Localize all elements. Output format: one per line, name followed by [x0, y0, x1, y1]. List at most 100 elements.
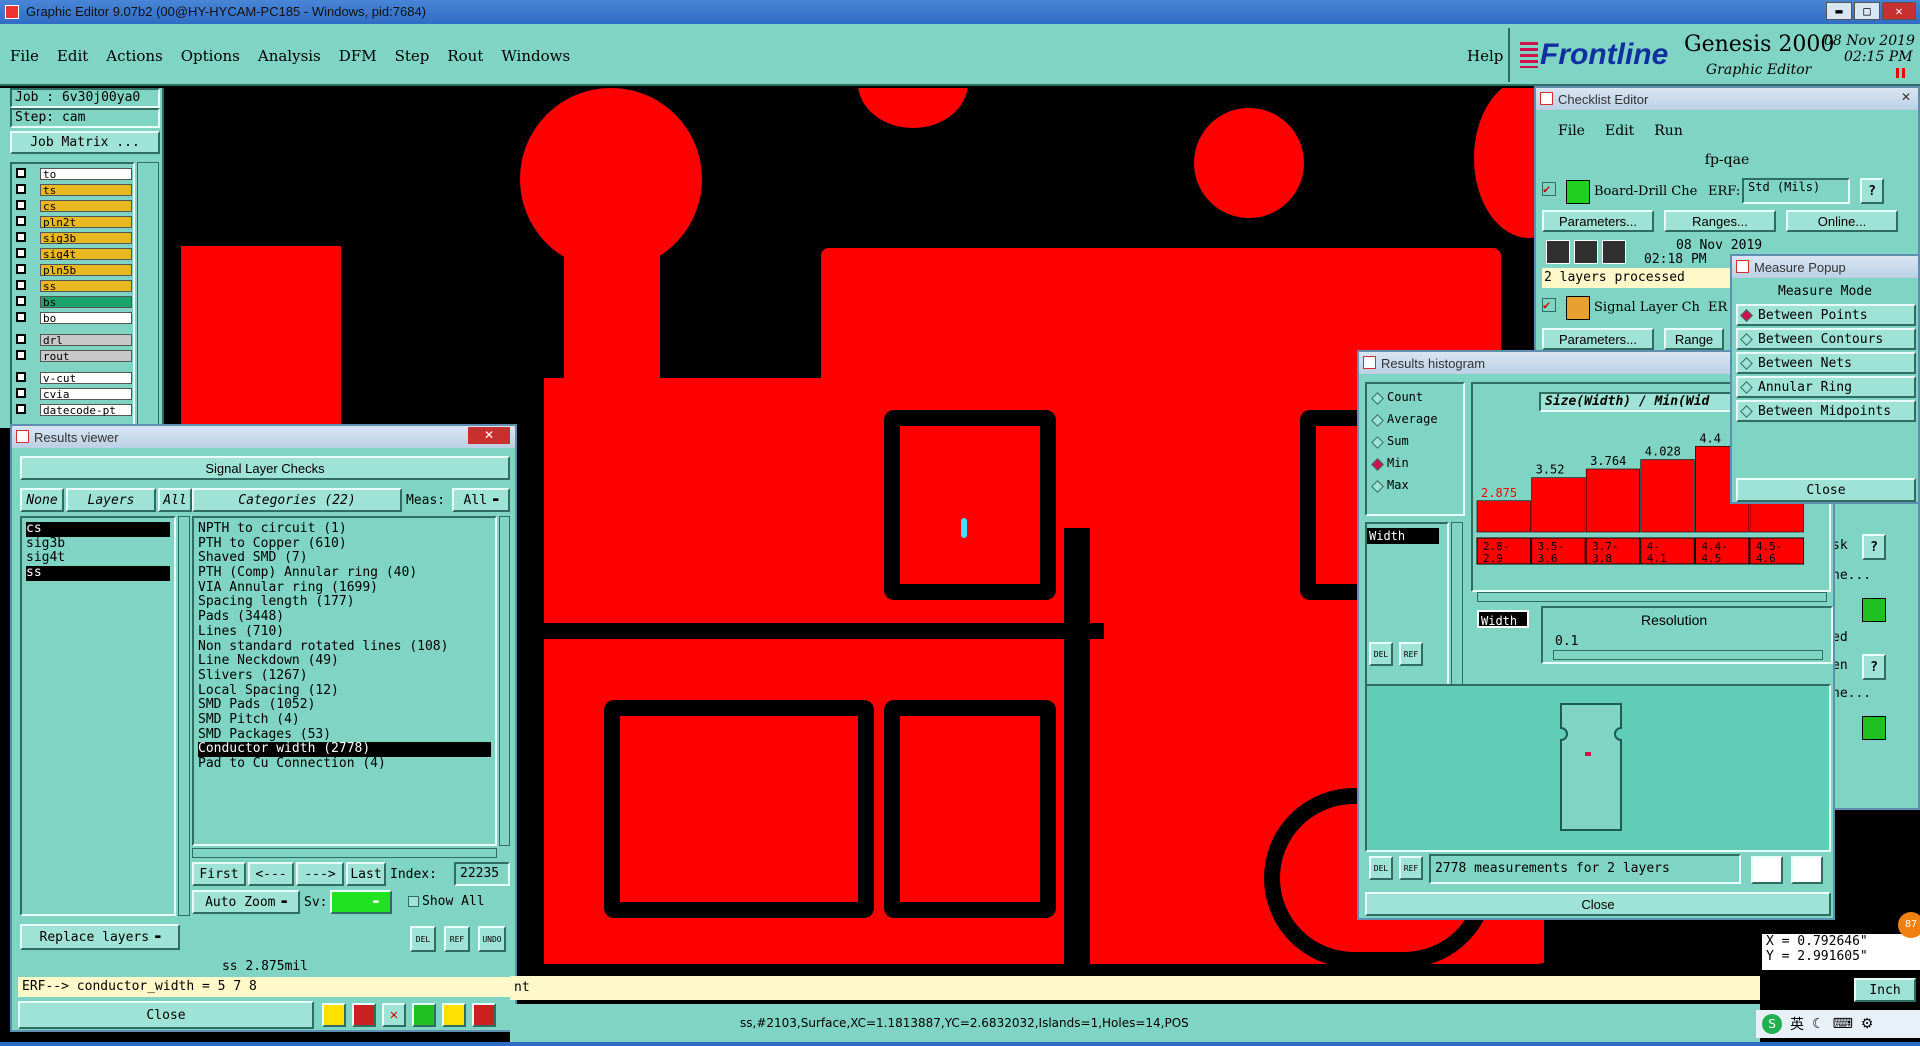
zoom-icon[interactable]	[1862, 598, 1886, 622]
measure-close-button[interactable]: Close	[1736, 478, 1916, 502]
layer-rout[interactable]: rout	[40, 350, 132, 363]
layer-sig4t[interactable]: sig4t	[40, 248, 132, 261]
layer-cvia[interactable]: cvia	[40, 388, 132, 401]
histogram-bar[interactable]	[1531, 477, 1586, 533]
help-button[interactable]: ?	[1862, 534, 1886, 560]
category-item[interactable]: PTH (Comp) Annular ring (40)	[198, 565, 491, 581]
measure-option[interactable]: Between Nets	[1736, 352, 1916, 374]
category-item[interactable]: SMD Pitch (4)	[198, 712, 491, 728]
layer-checkbox[interactable]	[16, 388, 26, 398]
maximize-button[interactable]: □	[1854, 2, 1880, 20]
menu-windows[interactable]: Windows	[501, 47, 570, 65]
ref-button[interactable]: REF	[444, 926, 470, 952]
category-item[interactable]: Non standard rotated lines (108)	[198, 639, 491, 655]
radio-max[interactable]	[1371, 480, 1384, 493]
run-icon[interactable]	[1574, 240, 1598, 264]
none-button[interactable]: None	[20, 488, 64, 512]
layer-v-cut[interactable]: v-cut	[40, 372, 132, 385]
ime-label[interactable]: 英	[1790, 1014, 1804, 1034]
result-layer-item[interactable]: cs	[26, 521, 170, 537]
hist-del-button[interactable]: DEL	[1369, 642, 1393, 666]
layer-checkbox[interactable]	[16, 312, 26, 322]
show-all-checkbox[interactable]	[408, 896, 419, 907]
checklist-menu-run[interactable]: Run	[1654, 123, 1683, 139]
category-item[interactable]: NPTH to circuit (1)	[198, 521, 491, 537]
category-item[interactable]: Spacing length (177)	[198, 595, 491, 610]
category-scrollbar[interactable]	[499, 516, 510, 846]
layers-button[interactable]: Layers	[66, 488, 156, 512]
measure-option[interactable]: Between Points	[1736, 304, 1916, 326]
item-checkbox[interactable]: ✔	[1542, 182, 1556, 196]
ranges-button[interactable]: Ranges...	[1664, 210, 1776, 232]
result-layer-scrollbar[interactable]	[178, 516, 190, 916]
menu-edit[interactable]: Edit	[57, 47, 88, 65]
layer-bs[interactable]: bs	[40, 296, 132, 309]
category-item[interactable]: PTH to Copper (610)	[198, 536, 491, 552]
close-icon[interactable]: ✕	[468, 427, 510, 444]
histogram-bar[interactable]	[1640, 459, 1695, 533]
layer-checkbox[interactable]	[16, 404, 26, 414]
category-item[interactable]: Pads (3448)	[198, 609, 491, 625]
menu-actions[interactable]: Actions	[106, 47, 162, 65]
category-item[interactable]: Line Neckdown (49)	[198, 653, 491, 669]
menu-analysis[interactable]: Analysis	[258, 47, 321, 65]
category-item[interactable]: Lines (710)	[198, 624, 491, 640]
category-item[interactable]: Conductor width (2778)	[198, 742, 491, 757]
del-button[interactable]: DEL	[410, 926, 436, 952]
result-layer-item[interactable]: sig3b	[26, 536, 170, 552]
replace-layers-select[interactable]: Replace layers ▬	[20, 924, 180, 950]
layer-checkbox[interactable]	[16, 248, 26, 258]
layer-drl[interactable]: drl	[40, 334, 132, 347]
measure-option[interactable]: Between Contours	[1736, 328, 1916, 350]
radio-min[interactable]	[1371, 458, 1384, 471]
radio-count[interactable]	[1371, 392, 1384, 405]
layer-checkbox[interactable]	[16, 296, 26, 306]
all-layers-button[interactable]: All	[158, 488, 192, 512]
settings-icon[interactable]: ⚙	[1861, 1016, 1874, 1032]
histogram-hscrollbar[interactable]	[1477, 592, 1827, 602]
export-icon[interactable]	[1751, 856, 1783, 884]
moon-icon[interactable]: ☾	[1812, 1016, 1825, 1032]
histogram-close-button[interactable]: Close	[1365, 892, 1831, 916]
measure-option[interactable]: Between Midpoints	[1736, 400, 1916, 422]
layer-pln5b[interactable]: pln5b	[40, 264, 132, 277]
minimize-button[interactable]: ▬	[1826, 2, 1852, 20]
category-item[interactable]: Slivers (1267)	[198, 668, 491, 684]
layer-checkbox[interactable]	[16, 168, 26, 178]
menu-options[interactable]: Options	[181, 47, 240, 65]
keyboard-icon[interactable]: ⌨	[1833, 1016, 1853, 1032]
preview-ref-button[interactable]: REF	[1399, 856, 1423, 880]
layer-checkbox[interactable]	[16, 216, 26, 226]
menu-step[interactable]: Step	[395, 47, 430, 65]
radio-average[interactable]	[1371, 414, 1384, 427]
category-item[interactable]: Local Spacing (12)	[198, 683, 491, 699]
first-button[interactable]: First	[192, 862, 246, 886]
close-icon[interactable]: ✕	[1898, 89, 1914, 106]
result-layer-item[interactable]: ss	[26, 565, 170, 581]
radio-sum[interactable]	[1371, 436, 1384, 449]
item2-name[interactable]: Signal Layer Ch	[1594, 300, 1700, 315]
parameters-button[interactable]: Parameters...	[1542, 210, 1654, 232]
layer-ss[interactable]: ss	[40, 280, 132, 293]
run-icon[interactable]	[1602, 240, 1626, 264]
close-window-button[interactable]: ✕	[1882, 2, 1916, 20]
layer-checkbox[interactable]	[16, 184, 26, 194]
result-layer-item[interactable]: sig4t	[26, 551, 170, 566]
online-button[interactable]: Online...	[1786, 210, 1898, 232]
layer-bo[interactable]: bo	[40, 312, 132, 325]
layer-datecode-pt[interactable]: datecode-pt	[40, 404, 132, 417]
next-button[interactable]: --->	[296, 862, 344, 886]
cross-tool-icon[interactable]: ✕	[382, 1003, 406, 1027]
layer-checkbox[interactable]	[16, 372, 26, 382]
menu-rout[interactable]: Rout	[447, 47, 483, 65]
category-item[interactable]: VIA Annular ring (1699)	[198, 580, 491, 596]
layer-checkbox[interactable]	[16, 200, 26, 210]
units-select[interactable]: Inch	[1854, 978, 1916, 1002]
menu-help[interactable]: Help	[1467, 47, 1503, 65]
chart-tool-icon[interactable]	[322, 1003, 346, 1027]
sv-color-select[interactable]: ▬	[330, 890, 392, 914]
layer-checkbox[interactable]	[16, 334, 26, 344]
checklist-menu-edit[interactable]: Edit	[1605, 123, 1634, 139]
categories-button[interactable]: Categories (22)	[192, 488, 402, 512]
category-item[interactable]: SMD Packages (53)	[198, 727, 491, 743]
